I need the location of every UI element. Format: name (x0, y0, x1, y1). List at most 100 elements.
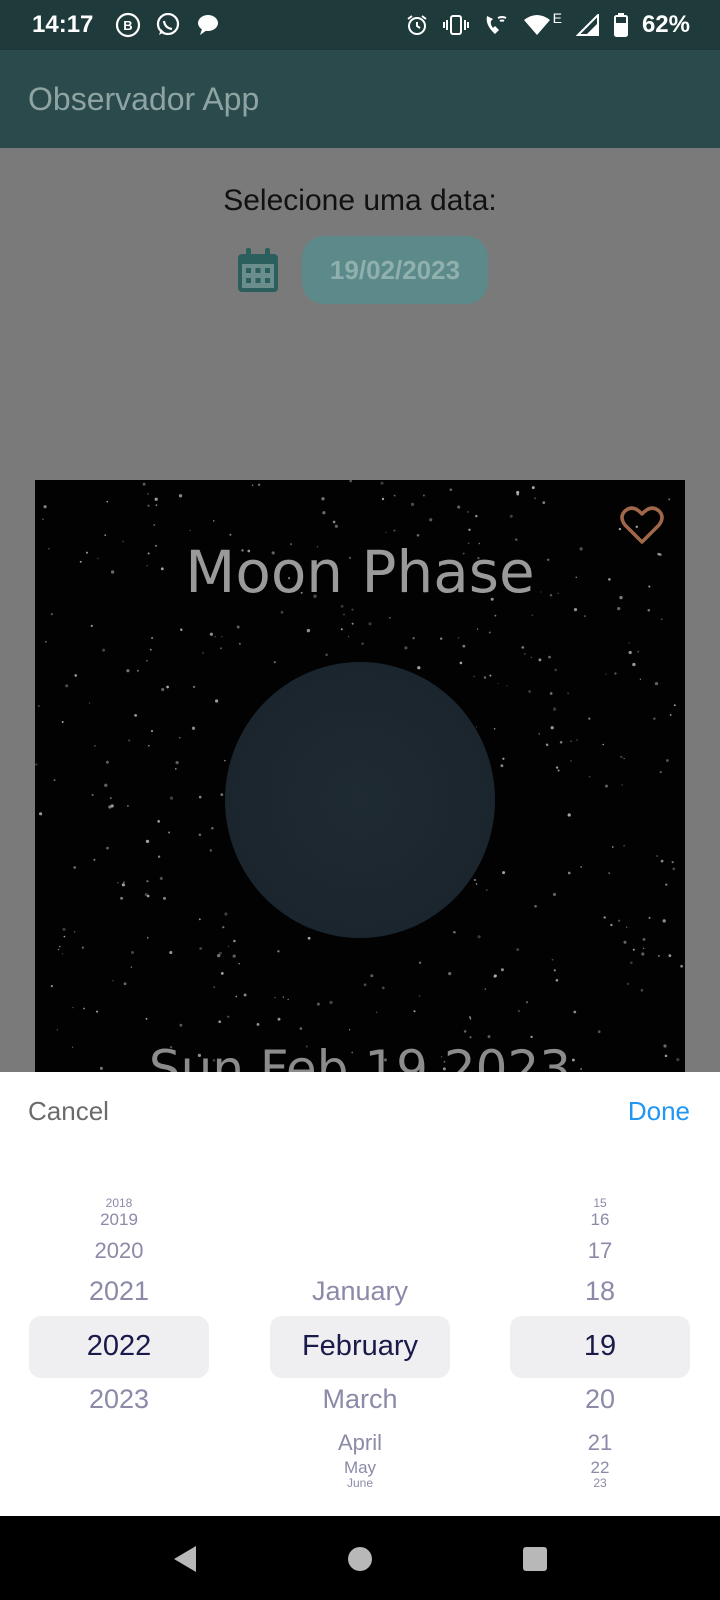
star (217, 953, 221, 958)
star (37, 704, 40, 708)
day-option[interactable]: 15 (510, 1196, 690, 1210)
star (236, 625, 240, 629)
star (462, 644, 466, 648)
star (475, 726, 478, 728)
star (516, 492, 520, 496)
star (108, 805, 112, 809)
star (477, 935, 481, 939)
star (473, 878, 477, 882)
year-wheel[interactable]: 2018 2019 2020 2021 2022 2023 (29, 1184, 209, 1484)
star (385, 531, 387, 533)
year-option[interactable]: 2023 (29, 1384, 209, 1415)
star (605, 673, 607, 675)
star (63, 935, 66, 938)
star (53, 779, 56, 782)
star (273, 660, 276, 664)
star (611, 846, 614, 848)
star (485, 889, 488, 891)
star (131, 951, 134, 954)
star (180, 628, 183, 631)
day-option[interactable]: 22 (510, 1458, 690, 1478)
date-button[interactable]: 19/02/2023 (302, 236, 488, 304)
star (50, 612, 53, 616)
star (43, 505, 47, 509)
star (588, 717, 591, 720)
year-option[interactable]: 2021 (29, 1276, 209, 1307)
star (175, 760, 179, 765)
star (555, 979, 559, 982)
star (280, 610, 284, 614)
star (213, 520, 215, 522)
year-selected[interactable]: 2022 (29, 1330, 209, 1363)
calendar-icon[interactable] (236, 246, 280, 294)
star (448, 971, 452, 976)
year-option[interactable]: 2020 (29, 1238, 209, 1264)
month-option[interactable]: May (270, 1458, 450, 1478)
star (168, 831, 171, 834)
star (393, 494, 396, 497)
star (538, 733, 540, 735)
star (573, 608, 578, 612)
star (668, 954, 672, 958)
star (146, 936, 149, 939)
star (56, 1029, 58, 1031)
star (227, 1015, 230, 1018)
battery-percentage: 62% (641, 11, 690, 38)
day-selected[interactable]: 19 (510, 1330, 690, 1363)
star (393, 529, 396, 532)
star (468, 528, 471, 531)
month-selected[interactable]: February (270, 1330, 450, 1363)
day-option[interactable]: 21 (510, 1430, 690, 1456)
day-wheel[interactable]: 15 16 17 18 19 20 21 22 23 (510, 1184, 690, 1490)
day-option[interactable]: 20 (510, 1384, 690, 1415)
year-option[interactable]: 2019 (29, 1210, 209, 1230)
star (662, 919, 666, 923)
star (439, 637, 443, 640)
wifi-icon (523, 14, 551, 36)
star (500, 764, 504, 768)
star (221, 635, 223, 638)
star (238, 962, 240, 965)
cancel-button[interactable]: Cancel (28, 1096, 109, 1127)
month-option[interactable]: March (270, 1384, 450, 1415)
star (489, 674, 492, 677)
day-option[interactable]: 18 (510, 1276, 690, 1307)
year-option[interactable]: 2018 (29, 1196, 209, 1210)
star (381, 986, 385, 990)
day-option[interactable]: 17 (510, 1238, 690, 1264)
network-type: E (552, 10, 562, 26)
star (429, 518, 433, 522)
star (96, 1010, 98, 1013)
star (220, 647, 223, 650)
done-button[interactable]: Done (628, 1096, 690, 1127)
star (493, 728, 496, 730)
star (91, 793, 94, 797)
star (639, 678, 642, 680)
star (417, 666, 421, 670)
star (191, 726, 196, 730)
star (142, 482, 146, 486)
month-wheel[interactable]: January February March April May June (270, 1184, 450, 1490)
star (493, 974, 497, 978)
star (39, 812, 43, 816)
day-option[interactable]: 16 (510, 1210, 690, 1230)
star (199, 947, 203, 950)
recents-icon[interactable] (518, 1542, 552, 1576)
star (321, 497, 325, 501)
home-icon[interactable] (343, 1542, 377, 1576)
month-option[interactable]: January (270, 1276, 450, 1307)
star (147, 504, 150, 507)
month-option[interactable]: June (270, 1476, 450, 1490)
star (453, 931, 456, 934)
heart-outline-icon[interactable] (619, 502, 665, 548)
star (126, 804, 129, 807)
star (198, 918, 201, 921)
star (602, 743, 604, 746)
status-bar-right: E 62% (405, 10, 690, 39)
day-option[interactable]: 23 (510, 1476, 690, 1490)
star (145, 1017, 148, 1020)
back-icon[interactable] (168, 1542, 202, 1576)
star (368, 622, 372, 626)
month-option[interactable]: April (270, 1430, 450, 1456)
star (632, 662, 636, 667)
